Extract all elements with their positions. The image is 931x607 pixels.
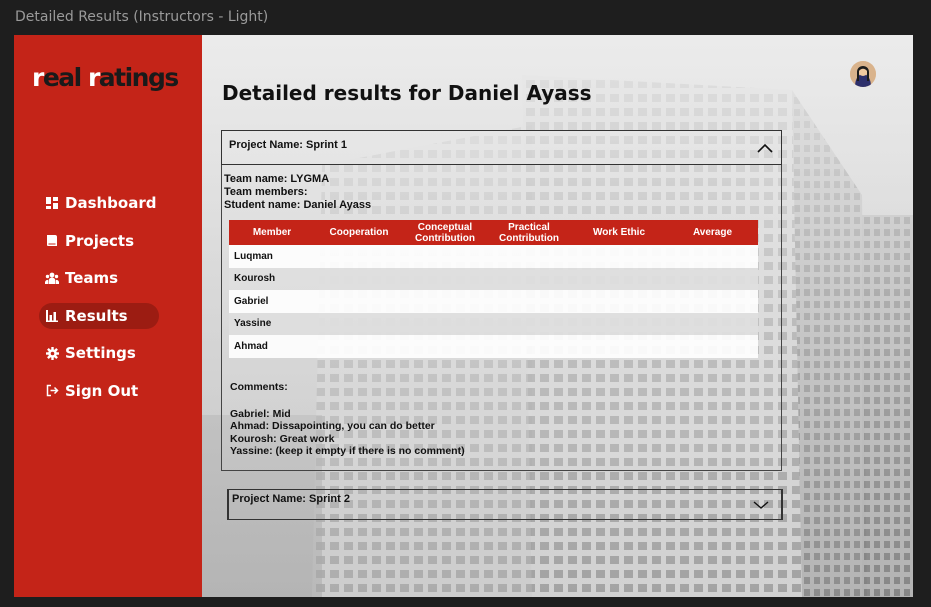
logo[interactable]: real ratings bbox=[32, 63, 179, 92]
sidebar-item-label: Settings bbox=[65, 344, 136, 362]
member-cell: Gabriel bbox=[234, 295, 269, 307]
sidebar-item-sign-out[interactable]: Sign Out bbox=[39, 378, 169, 404]
sidebar-item-projects[interactable]: Projects bbox=[39, 228, 169, 254]
student-name: Student name: Daniel Ayass bbox=[224, 199, 372, 211]
team-name: Team name: LYGMA bbox=[224, 173, 330, 185]
sidebar-nav: Dashboard Projects Teams Results Setting… bbox=[39, 190, 169, 415]
project-accordion-body: Team name: LYGMA Team members: Student n… bbox=[221, 165, 782, 471]
chevron-up-icon[interactable] bbox=[757, 140, 773, 158]
avatar[interactable] bbox=[850, 61, 876, 87]
people-icon bbox=[45, 272, 59, 284]
column-header: Practical Contribution bbox=[499, 221, 559, 244]
comment-item: Kourosh: Great work bbox=[230, 433, 335, 445]
sidebar-item-label: Dashboard bbox=[65, 194, 157, 212]
column-header: Cooperation bbox=[329, 227, 389, 238]
gear-icon bbox=[45, 346, 59, 360]
sign-out-icon bbox=[45, 384, 59, 397]
dashboard-icon bbox=[45, 197, 59, 209]
bar-chart-icon bbox=[45, 309, 59, 322]
results-table: Member Cooperation Conceptual Contributi… bbox=[229, 220, 758, 358]
column-header: Member bbox=[252, 227, 292, 238]
project-accordion-header-sprint-1[interactable]: Project Name: Sprint 1 bbox=[221, 130, 782, 165]
main-content: Detailed results for Daniel Ayass Projec… bbox=[202, 35, 913, 597]
sidebar-item-dashboard[interactable]: Dashboard bbox=[39, 190, 169, 216]
team-members-label: Team members: bbox=[224, 186, 308, 198]
sidebar: real ratings Dashboard Projects Teams Re… bbox=[14, 35, 202, 597]
member-cell: Kourosh bbox=[234, 273, 276, 285]
project-accordion-header-sprint-2[interactable]: Project Name: Sprint 2 bbox=[227, 489, 783, 520]
column-header: Work Ethic bbox=[592, 227, 646, 238]
member-cell: Yassine bbox=[234, 318, 272, 330]
table-row: Gabriel bbox=[229, 290, 758, 313]
project-name-label: Project Name: Sprint 2 bbox=[232, 493, 350, 505]
app-frame: real ratings Dashboard Projects Teams Re… bbox=[14, 35, 913, 597]
comment-item: Gabriel: Mid bbox=[230, 408, 291, 420]
comments-label: Comments: bbox=[230, 381, 288, 393]
table-header: Member Cooperation Conceptual Contributi… bbox=[229, 220, 758, 245]
sidebar-item-label: Teams bbox=[65, 269, 119, 287]
sidebar-item-label: Projects bbox=[65, 231, 135, 250]
column-header: Average bbox=[692, 227, 733, 238]
book-icon bbox=[45, 234, 59, 247]
member-cell: Ahmad bbox=[234, 340, 268, 352]
sidebar-item-label: Results bbox=[65, 306, 128, 325]
project-name-label: Project Name: Sprint 1 bbox=[229, 139, 347, 151]
column-header: Conceptual Contribution bbox=[415, 221, 475, 244]
chevron-down-icon[interactable] bbox=[753, 497, 769, 515]
sidebar-item-settings[interactable]: Settings bbox=[39, 340, 169, 366]
page-title: Detailed results for Daniel Ayass bbox=[222, 81, 592, 105]
sidebar-item-teams[interactable]: Teams bbox=[39, 265, 169, 291]
table-row: Kourosh bbox=[229, 267, 758, 290]
window-title: Detailed Results (Instructors - Light) bbox=[15, 9, 269, 25]
table-row: Ahmad bbox=[229, 335, 758, 358]
sidebar-item-label: Sign Out bbox=[65, 381, 139, 400]
member-cell: Luqman bbox=[234, 250, 273, 262]
sidebar-item-results[interactable]: Results bbox=[39, 302, 159, 329]
comment-item: Ahmad: Dissapointing, you can do better bbox=[230, 420, 435, 432]
table-row: Yassine bbox=[229, 312, 758, 335]
table-row: Luqman bbox=[229, 245, 758, 268]
comment-item: Yassine: (keep it empty if there is no c… bbox=[230, 445, 465, 457]
